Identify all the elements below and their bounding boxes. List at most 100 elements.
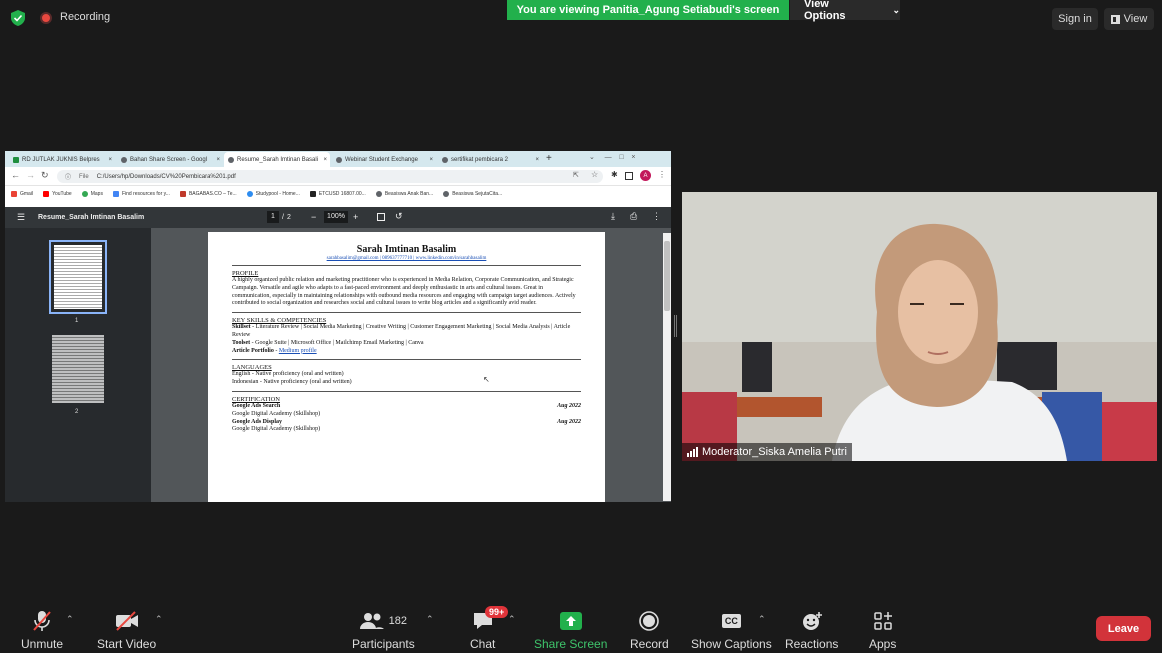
divider bbox=[232, 390, 581, 392]
back-icon[interactable]: ← bbox=[11, 170, 20, 180]
participant-video[interactable] bbox=[682, 192, 1157, 461]
view-button[interactable]: View bbox=[1104, 8, 1154, 30]
chat-caret-icon[interactable]: ⌃ bbox=[508, 614, 516, 625]
record-label: Record bbox=[630, 637, 669, 651]
zoom-in-icon[interactable]: + bbox=[353, 212, 358, 222]
fit-page-icon[interactable] bbox=[377, 213, 385, 221]
reactions-icon bbox=[801, 610, 823, 632]
portfolio-line: Article Portfolio - Medium profile bbox=[232, 347, 317, 354]
page-thumbnail-1[interactable] bbox=[49, 240, 107, 314]
pdf-toolbar: ☰ Resume_Sarah Imtinan Basalim 1 / 2 − 1… bbox=[5, 207, 671, 228]
tab-favicon-icon bbox=[442, 156, 448, 163]
browser-tab-active[interactable]: Resume_Sarah Imtinan Basali × bbox=[224, 152, 330, 167]
close-icon[interactable]: × bbox=[429, 157, 436, 163]
forward-icon[interactable]: → bbox=[26, 170, 35, 180]
menu-icon[interactable]: ⋮ bbox=[658, 170, 666, 179]
star-icon[interactable]: ☆ bbox=[591, 170, 598, 179]
security-shield-icon[interactable] bbox=[11, 10, 25, 26]
start-video-label: Start Video bbox=[97, 637, 157, 651]
profile-text: A highly organized public relation and m… bbox=[232, 277, 576, 307]
pdf-title: Resume_Sarah Imtinan Basalim bbox=[38, 214, 145, 221]
captions-icon: CC bbox=[721, 610, 741, 632]
browser-tab[interactable]: sertifikat pembicara 2 × bbox=[438, 152, 542, 167]
record-button[interactable]: Record bbox=[630, 610, 669, 651]
bookmarks-bar: Gmail YouTube Maps Find resources for y.… bbox=[5, 186, 671, 201]
close-icon[interactable]: × bbox=[323, 157, 330, 163]
youtube-icon bbox=[43, 190, 50, 197]
captions-caret-icon[interactable]: ⌃ bbox=[758, 614, 766, 625]
more-options-icon[interactable]: ⋮ bbox=[652, 211, 661, 222]
close-icon[interactable]: × bbox=[216, 157, 223, 163]
bookmark-item[interactable]: BAGABAS.CO – Te... bbox=[179, 190, 237, 197]
pdf-thumbnail-sidebar: 1 2 bbox=[5, 228, 151, 502]
reactions-button[interactable]: Reactions bbox=[785, 610, 838, 651]
file-label: File bbox=[79, 173, 89, 180]
browser-tab[interactable]: Bahan Share Screen - Googl × bbox=[117, 152, 223, 167]
apps-button[interactable]: Apps bbox=[869, 610, 896, 651]
bookmark-item[interactable]: Maps bbox=[81, 190, 103, 197]
url-text: C:/Users/hp/Downloads/CV%20Pembicara%201… bbox=[96, 173, 236, 180]
reload-icon[interactable]: ↻ bbox=[41, 170, 49, 181]
hamburger-menu-icon[interactable]: ☰ bbox=[17, 212, 25, 223]
bookmark-item[interactable]: YouTube bbox=[43, 190, 72, 197]
bookmark-item[interactable]: ETCUSD 16807.00... bbox=[309, 190, 366, 197]
participants-caret-icon[interactable]: ⌃ bbox=[426, 614, 434, 625]
start-video-button[interactable]: Start Video bbox=[97, 610, 156, 651]
print-icon[interactable]: ⎙ bbox=[630, 211, 637, 222]
video-off-icon bbox=[115, 610, 139, 632]
zoom-input[interactable]: 100% bbox=[324, 211, 348, 223]
splitter-handle[interactable] bbox=[674, 315, 677, 337]
zoom-out-icon[interactable]: − bbox=[311, 212, 316, 222]
sign-in-button[interactable]: Sign in bbox=[1052, 8, 1098, 30]
browser-tab[interactable]: Webinar Student Exchange × bbox=[332, 152, 436, 167]
new-tab-button[interactable]: + bbox=[546, 153, 552, 164]
signal-bars-icon bbox=[687, 447, 698, 457]
page-number-input[interactable]: 1 bbox=[267, 211, 279, 223]
participants-count: 182 bbox=[388, 615, 408, 627]
close-icon[interactable]: × bbox=[535, 157, 542, 163]
url-field[interactable]: ⓘ File C:/Users/hp/Downloads/CV%20Pembic… bbox=[57, 170, 603, 183]
share-icon[interactable]: ⇱ bbox=[573, 171, 579, 179]
window-controls[interactable]: ⌄ — □ × bbox=[589, 153, 635, 161]
apps-icon bbox=[873, 610, 893, 632]
extensions-icon[interactable]: ✱ bbox=[611, 170, 618, 179]
page-thumbnail-label: 1 bbox=[75, 318, 79, 324]
resume-contact[interactable]: sarahbasalim@gmail.com | 089637777710 | … bbox=[232, 256, 581, 261]
unmute-button[interactable]: Unmute bbox=[21, 610, 63, 651]
language-item: English - Native proficiency (oral and w… bbox=[232, 371, 344, 378]
participants-button[interactable]: 182 Participants bbox=[352, 610, 415, 651]
divider bbox=[232, 265, 581, 266]
bookmark-item[interactable]: Beasiswa Anak Ban... bbox=[375, 190, 433, 197]
resume-page: Sarah Imtinan Basalim sarahbasalim@gmail… bbox=[208, 232, 605, 502]
scrollbar-thumb[interactable] bbox=[664, 241, 670, 311]
recording-label[interactable]: Recording bbox=[60, 11, 110, 23]
browser-tab[interactable]: RD JUTLAK JUKNIS Belpres × bbox=[9, 152, 115, 167]
bookmark-item[interactable]: Beasiswa SejutaCita... bbox=[443, 190, 502, 197]
view-options-button[interactable]: View Options ⌄ bbox=[790, 0, 900, 22]
video-options-caret-icon[interactable]: ⌃ bbox=[155, 614, 163, 625]
cert-row: Google Ads Search Aug 2022 bbox=[232, 402, 581, 409]
share-screen-icon bbox=[559, 610, 582, 632]
tab-label: RD JUTLAK JUKNIS Belpres bbox=[22, 156, 100, 163]
pdf-viewer[interactable]: Sarah Imtinan Basalim sarahbasalim@gmail… bbox=[151, 228, 671, 502]
audio-options-caret-icon[interactable]: ⌃ bbox=[66, 614, 74, 625]
share-screen-button[interactable]: Share Screen bbox=[534, 610, 607, 651]
layout-icon bbox=[1110, 14, 1120, 24]
bookmark-item[interactable]: Gmail bbox=[11, 190, 33, 197]
sidebar-icon[interactable] bbox=[625, 172, 633, 180]
section-heading: PROFILE bbox=[232, 270, 259, 277]
bookmark-item[interactable]: Studypool - Home... bbox=[246, 190, 300, 197]
leave-button[interactable]: Leave bbox=[1096, 616, 1151, 641]
language-item: Indonesian - Native proficiency (oral an… bbox=[232, 379, 352, 386]
bookmark-item[interactable]: Find resources for y... bbox=[112, 190, 170, 197]
bookmark-favicon-icon bbox=[246, 190, 253, 197]
download-icon[interactable]: ⤓ bbox=[611, 211, 615, 222]
close-icon[interactable]: × bbox=[108, 157, 115, 163]
profile-avatar[interactable]: A bbox=[640, 170, 651, 181]
shared-screen: RD JUTLAK JUKNIS Belpres × Bahan Share S… bbox=[5, 151, 671, 502]
rotate-icon[interactable]: ↺ bbox=[395, 211, 403, 222]
portfolio-link[interactable]: Medium profile bbox=[279, 348, 317, 354]
page-separator: / bbox=[282, 214, 284, 221]
page-thumbnail-2[interactable] bbox=[52, 335, 104, 403]
scrollbar[interactable] bbox=[663, 233, 671, 501]
